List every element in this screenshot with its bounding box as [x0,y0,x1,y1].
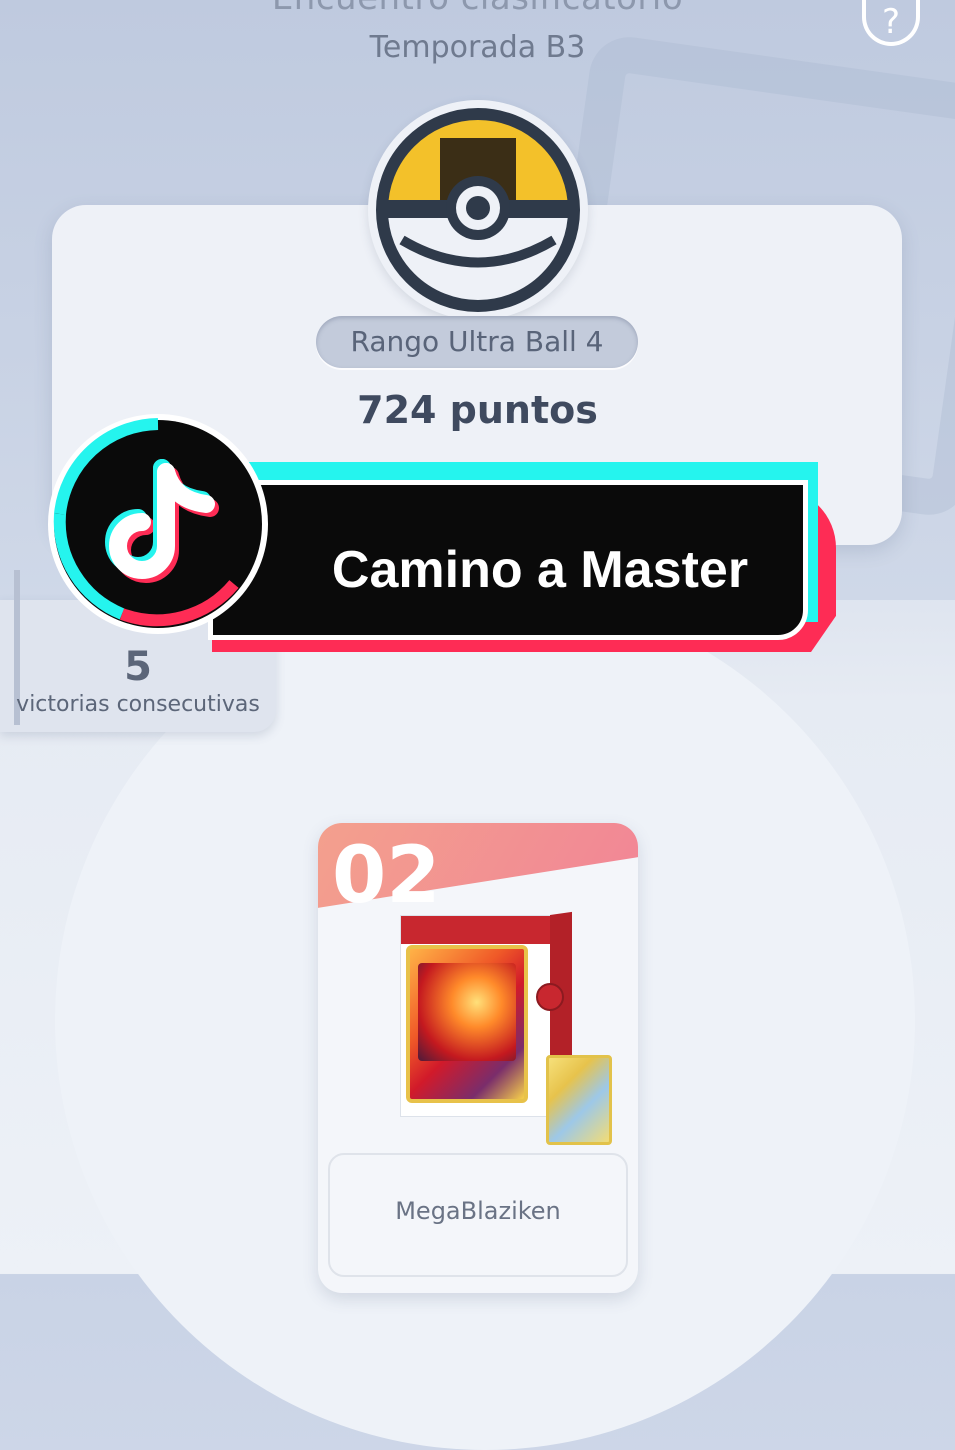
question-mark-circle-icon: ? [881,2,901,42]
season-subtitle: Temporada B3 [369,30,586,65]
deck-name: MegaBlaziken [395,1197,561,1225]
rank-badge: Rango Ultra Ball 4 [316,316,638,368]
featured-card-image [406,945,528,1103]
streak-label: victorias consecutivas [16,692,260,717]
deck-number: 02 [332,831,441,921]
secondary-card-image [546,1055,612,1145]
deck-name-field[interactable]: MegaBlaziken [328,1153,628,1277]
featured-card-art [418,963,516,1061]
tiktok-logo-icon [48,414,268,634]
deck-card[interactable]: 02 MegaBlaziken [318,823,638,1293]
ultra-ball-icon [368,100,588,320]
fire-emblem-icon [536,983,564,1011]
screen-title: Encuentro clasificatorio [0,0,955,18]
overlay-text: Camino a Master [331,541,749,599]
deck-box-lid [401,916,551,944]
